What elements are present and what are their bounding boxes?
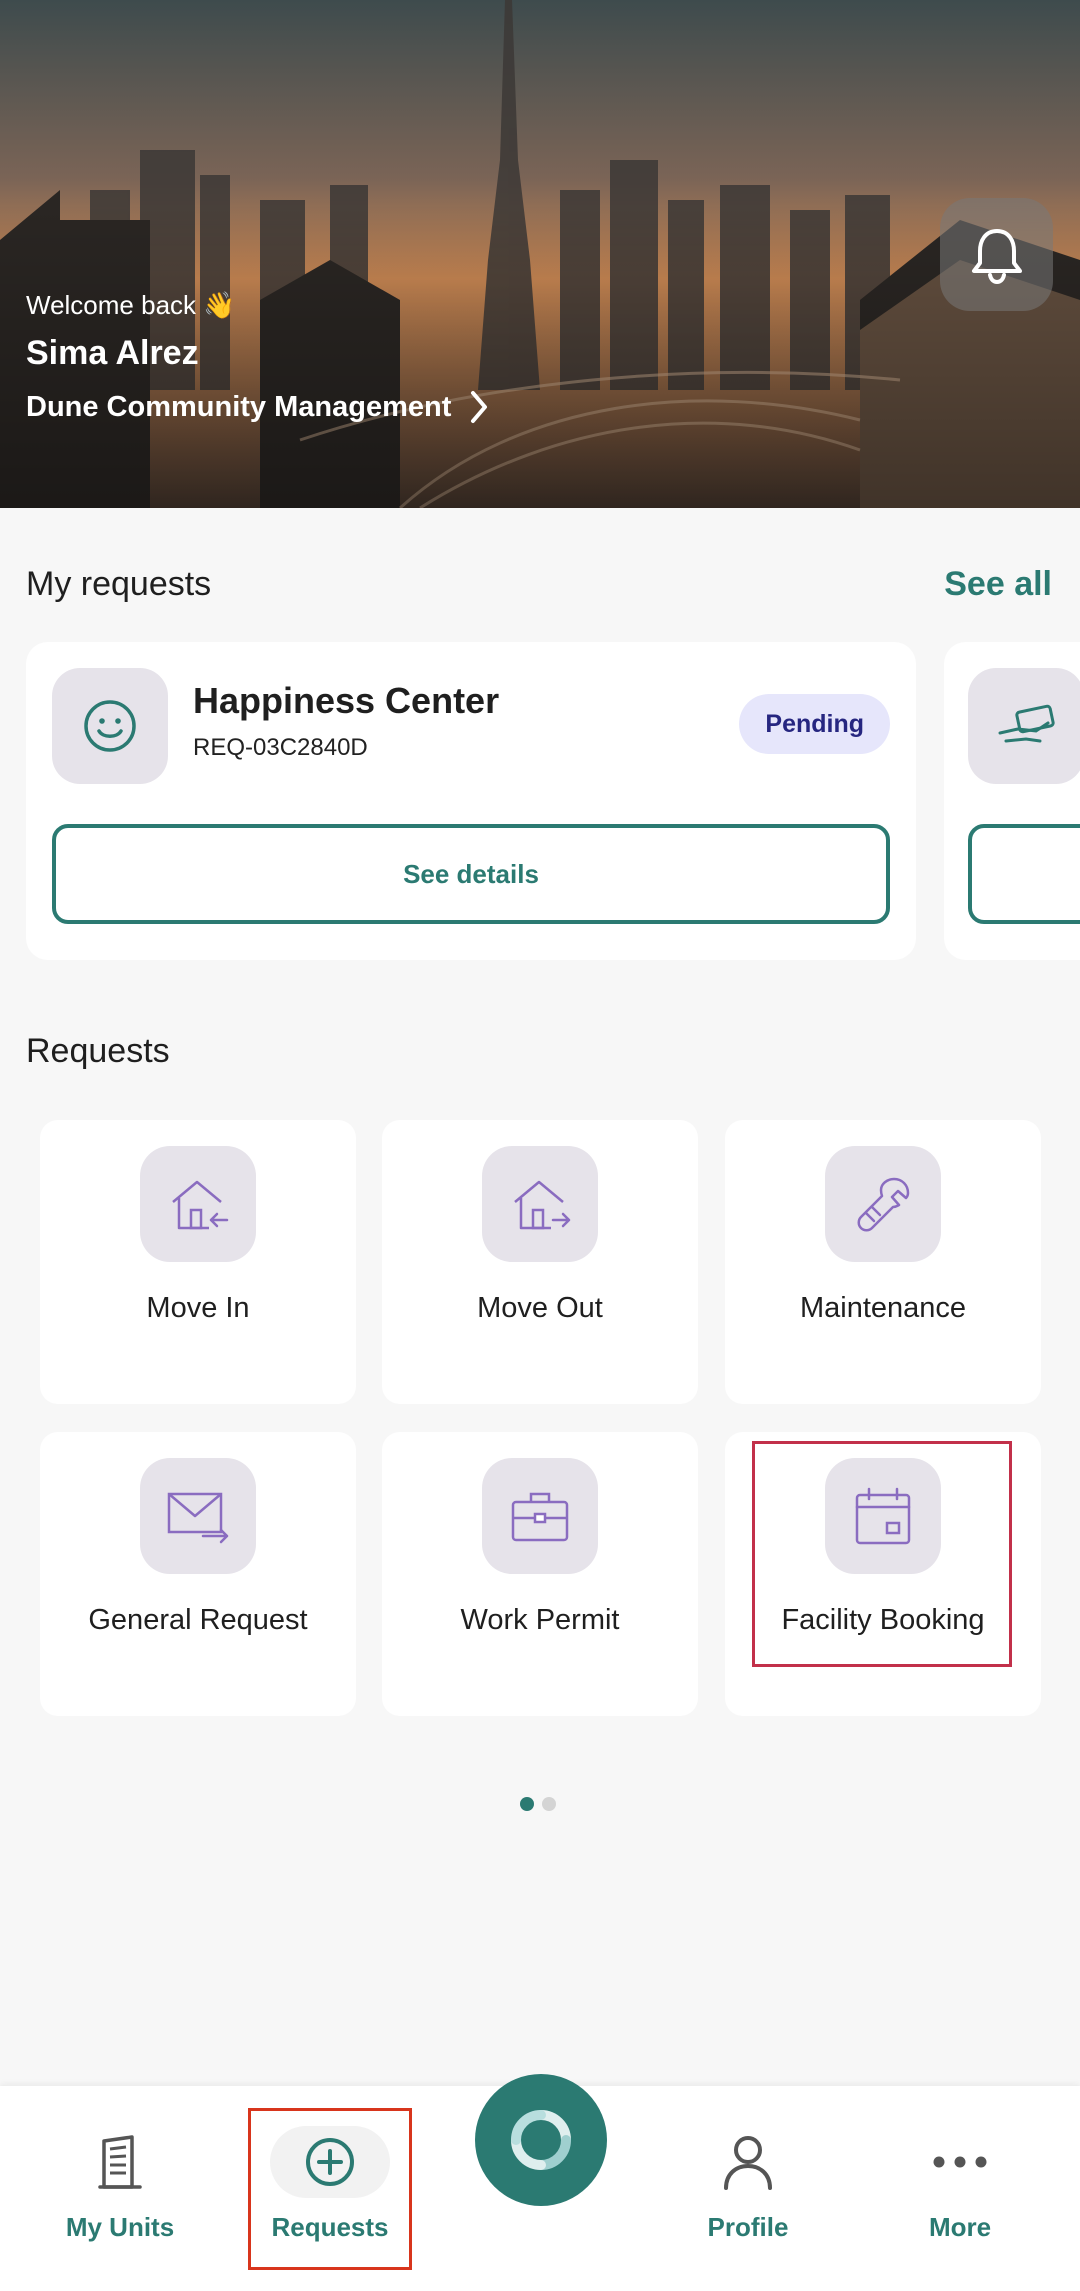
center-action-button[interactable]	[475, 2074, 607, 2206]
my-requests-title: My requests	[26, 565, 212, 603]
request-card-peek[interactable]	[944, 642, 1080, 960]
tile-maintenance[interactable]: Maintenance	[725, 1120, 1041, 1404]
nav-label: More	[928, 2212, 992, 2242]
app-logo-icon	[511, 2110, 571, 2170]
bell-icon	[971, 228, 1022, 284]
tile-label: Move Out	[477, 1292, 603, 1324]
smiley-icon	[84, 700, 136, 752]
chevron-right-icon	[471, 391, 488, 423]
community-selector[interactable]: Dune Community Management	[26, 390, 489, 424]
nav-label: My Units	[65, 2212, 175, 2242]
briefcase-icon	[511, 1492, 569, 1542]
hero-banner: Welcome back 👋 Sima Alrez Dune Community…	[0, 0, 1080, 508]
mail-forward-icon	[167, 1492, 229, 1544]
building-icon	[98, 2135, 142, 2189]
tile-move-out[interactable]: Move Out	[382, 1120, 698, 1404]
tile-label: Maintenance	[799, 1292, 967, 1324]
status-badge: Pending	[739, 694, 890, 754]
tile-label: Move In	[146, 1292, 250, 1324]
highlight-facility-booking	[752, 1441, 1012, 1667]
tile-move-in[interactable]: Move In	[40, 1120, 356, 1404]
see-details-button-peek[interactable]	[968, 824, 1080, 924]
user-name: Sima Alrez	[26, 334, 199, 372]
see-all-link[interactable]: See all	[944, 565, 1052, 604]
nav-label: Profile	[707, 2212, 789, 2242]
move-out-icon	[514, 1180, 571, 1230]
see-details-button[interactable]: See details	[52, 824, 890, 924]
page-dot	[542, 1797, 556, 1811]
page-indicator	[520, 1797, 556, 1811]
tile-work-permit[interactable]: Work Permit	[382, 1432, 698, 1716]
person-icon	[724, 2136, 772, 2190]
tile-label: Work Permit	[460, 1604, 620, 1636]
nav-profile[interactable]: Profile	[648, 2126, 848, 2243]
request-card[interactable]: Happiness Center REQ-03C2840D Pending Se…	[26, 642, 916, 960]
request-icon-box	[968, 668, 1080, 784]
notifications-button[interactable]	[940, 198, 1053, 311]
request-id: REQ-03C2840D	[193, 734, 368, 761]
hand-card-icon	[998, 704, 1055, 743]
community-name: Dune Community Management	[26, 390, 452, 423]
more-dots-icon	[933, 2156, 987, 2168]
requests-title: Requests	[26, 1032, 170, 1070]
welcome-text: Welcome back 👋	[26, 290, 236, 320]
highlight-requests-nav	[248, 2108, 412, 2270]
request-icon-box	[52, 668, 168, 784]
tile-general-request[interactable]: General Request	[40, 1432, 356, 1716]
tile-label: General Request	[88, 1604, 308, 1636]
wrench-icon	[857, 1177, 910, 1232]
move-in-icon	[172, 1180, 229, 1230]
request-title: Happiness Center	[193, 680, 500, 721]
nav-more[interactable]: More	[860, 2126, 1060, 2243]
page-dot-active	[520, 1797, 534, 1811]
nav-my-units[interactable]: My Units	[20, 2126, 220, 2243]
